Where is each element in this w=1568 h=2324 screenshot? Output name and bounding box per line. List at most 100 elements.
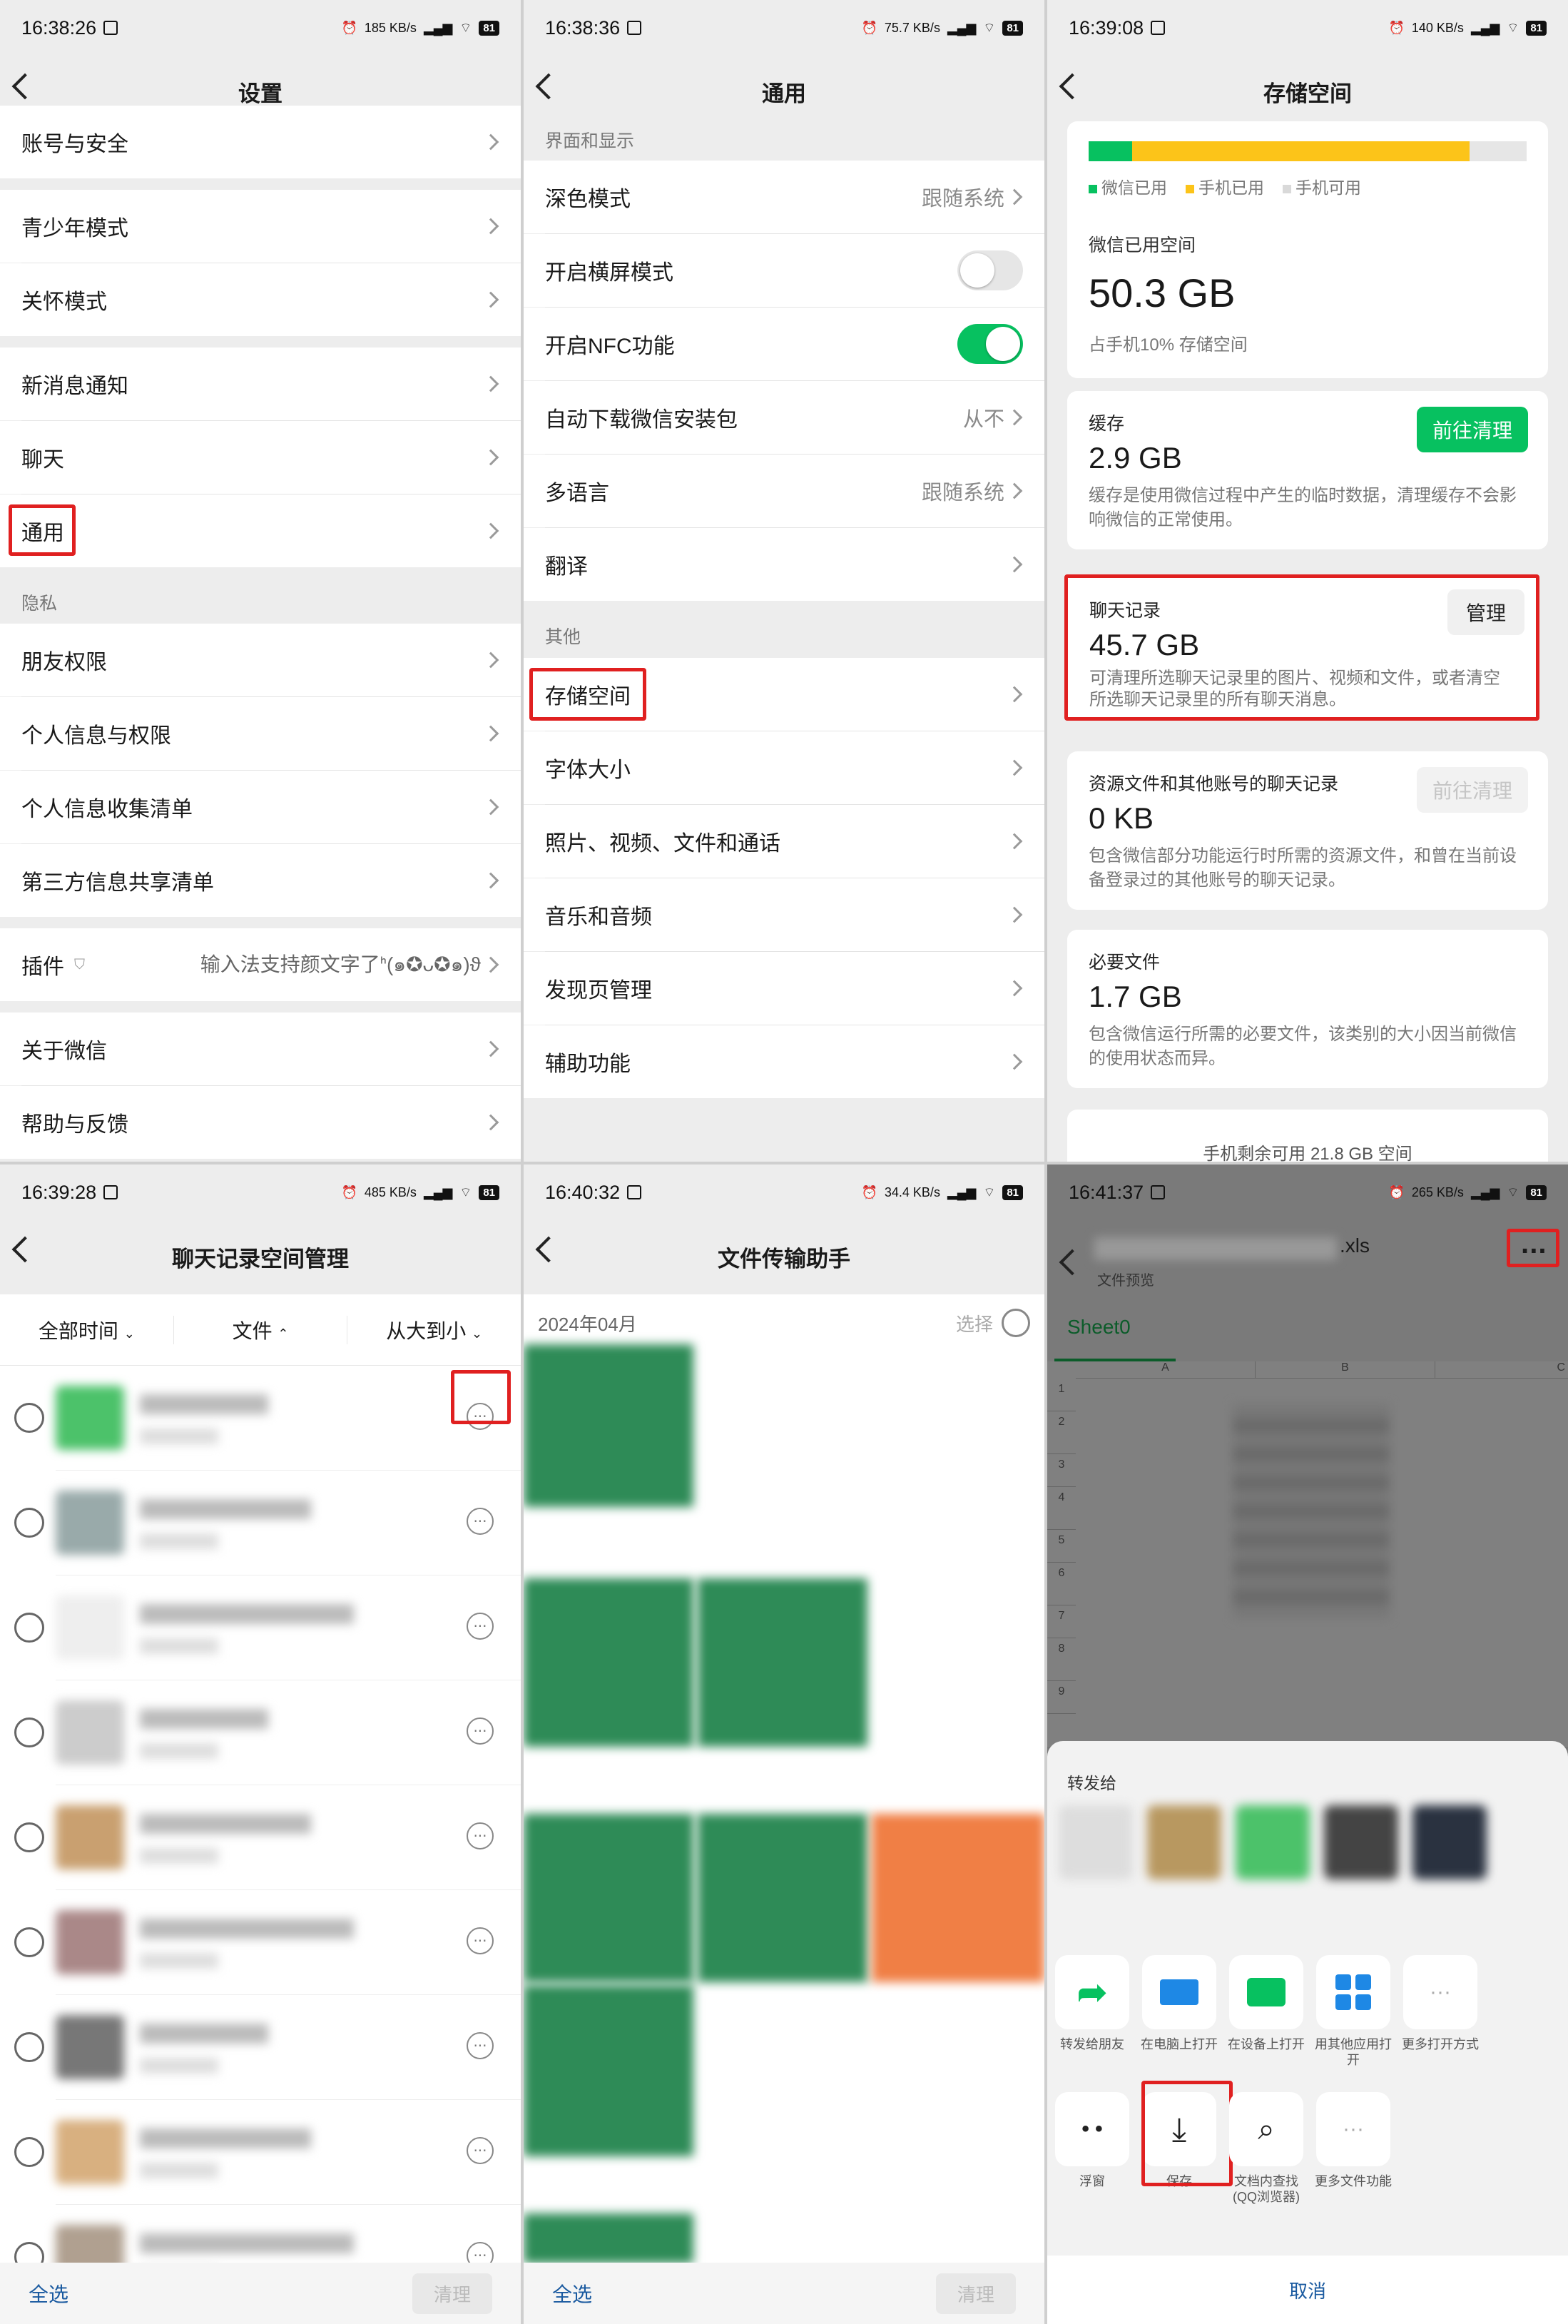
- row-teen-mode[interactable]: 青少年模式: [0, 190, 521, 263]
- back-arrow-icon[interactable]: [11, 1236, 39, 1263]
- list-item[interactable]: ···: [0, 1785, 521, 1890]
- row-accessibility[interactable]: 辅助功能: [524, 1025, 1044, 1098]
- avatar: [56, 1910, 124, 1974]
- open-with-other-app[interactable]: 用其他应用打开: [1314, 1955, 1393, 2068]
- avatar: [56, 2120, 124, 2184]
- find-in-document[interactable]: ⌕ 文档内查找(QQ浏览器): [1227, 2092, 1305, 2205]
- list-item[interactable]: ···: [0, 1366, 521, 1471]
- select-label[interactable]: 选择: [956, 1310, 993, 1336]
- more-options-icon[interactable]: ···: [467, 1717, 494, 1745]
- back-arrow-icon[interactable]: [535, 73, 562, 100]
- clean-cache-button[interactable]: 前往清理: [1416, 407, 1528, 452]
- more-options-icon[interactable]: ···: [467, 2137, 494, 2164]
- back-arrow-icon[interactable]: [1059, 73, 1086, 100]
- row-label: 发现页管理: [545, 979, 652, 1003]
- select-radio[interactable]: [14, 2137, 44, 2167]
- list-item[interactable]: ···: [0, 1995, 521, 2100]
- status-icons: ⏰ 185 KB/s ▂▄▆ ⌔ 81: [341, 20, 499, 36]
- file-thumbnail[interactable]: [698, 1814, 867, 1982]
- row-info-collection[interactable]: 个人信息收集清单: [0, 771, 521, 843]
- contact-avatar[interactable]: [1147, 1805, 1221, 1879]
- more-options-icon[interactable]: ···: [467, 1927, 494, 1954]
- contact-avatar[interactable]: [1324, 1805, 1398, 1879]
- row-auto-download[interactable]: 自动下载微信安装包 从不: [524, 381, 1044, 454]
- back-arrow-icon[interactable]: [11, 73, 39, 100]
- back-arrow-icon[interactable]: [535, 1236, 562, 1263]
- storage-screen: 16:39:08 ⏰ 140 KB/s ▂▄▆ ⌔ 81 存储空间 微信已用 手…: [1047, 0, 1568, 1162]
- select-radio[interactable]: [14, 1822, 44, 1852]
- list-item[interactable]: ···: [0, 1890, 521, 1995]
- row-audio[interactable]: 音乐和音频: [524, 878, 1044, 951]
- select-radio[interactable]: [14, 1403, 44, 1433]
- filter-time[interactable]: 全部时间 ⌄: [0, 1315, 174, 1344]
- row-plugins[interactable]: 插件 ⛉ 输入法支持颜文字了ᑋ(๑✪ᴗ✪๑)ϑ: [0, 928, 521, 1001]
- floating-window[interactable]: • • 浮窗: [1053, 2092, 1131, 2189]
- contact-avatar[interactable]: [1412, 1805, 1487, 1879]
- select-radio[interactable]: [14, 1508, 44, 1538]
- file-thumbnail[interactable]: [524, 2213, 693, 2263]
- select-radio[interactable]: [14, 1927, 44, 1957]
- row-chat[interactable]: 聊天: [0, 421, 521, 494]
- clean-button[interactable]: 清理: [412, 2273, 492, 2314]
- more-options-icon[interactable]: ···: [467, 1613, 494, 1640]
- back-arrow-icon[interactable]: [1059, 1249, 1086, 1276]
- chevron-right-icon: [1006, 906, 1023, 923]
- more-options-icon[interactable]: ···: [467, 1822, 494, 1849]
- sheet-tab[interactable]: Sheet0: [1067, 1316, 1131, 1339]
- row-friend-permissions[interactable]: 朋友权限: [0, 624, 521, 696]
- more-open-methods[interactable]: ··· 更多打开方式: [1401, 1955, 1480, 2052]
- open-on-device[interactable]: 在设备上打开: [1227, 1955, 1305, 2052]
- row-personal-info[interactable]: 个人信息与权限: [0, 697, 521, 770]
- file-thumbnail[interactable]: [698, 1578, 867, 1747]
- battery-icon: 81: [1526, 1184, 1547, 1200]
- file-thumbnail[interactable]: [524, 1814, 693, 1982]
- list-item[interactable]: ···: [0, 1575, 521, 1680]
- select-radio[interactable]: [14, 1613, 44, 1643]
- row-number: 6: [1047, 1563, 1076, 1605]
- select-all-button[interactable]: 全选: [552, 2279, 592, 2308]
- more-file-functions[interactable]: ··· 更多文件功能: [1314, 2092, 1393, 2189]
- row-about[interactable]: 关于微信: [0, 1013, 521, 1085]
- file-thumbnail[interactable]: [524, 1344, 693, 1507]
- filter-sort[interactable]: 从大到小 ⌄: [347, 1316, 521, 1344]
- row-translate[interactable]: 翻译: [524, 528, 1044, 601]
- cancel-button[interactable]: 取消: [1289, 2277, 1326, 2303]
- row-account-security[interactable]: 账号与安全: [0, 106, 521, 178]
- chat-name-blurred: [140, 2233, 354, 2253]
- list-item[interactable]: ···: [0, 2100, 521, 2205]
- more-options-icon[interactable]: ···: [467, 2032, 494, 2059]
- list-item[interactable]: ···: [0, 1471, 521, 1575]
- file-thumbnail[interactable]: [524, 1578, 693, 1747]
- row-care-mode[interactable]: 关怀模式: [0, 263, 521, 336]
- contact-avatar[interactable]: [1236, 1805, 1310, 1879]
- nfc-toggle[interactable]: [957, 324, 1023, 364]
- select-radio[interactable]: [14, 1717, 44, 1747]
- download-icon: [1151, 21, 1166, 35]
- row-font-size[interactable]: 字体大小: [524, 731, 1044, 804]
- more-options-icon[interactable]: ···: [467, 1508, 494, 1535]
- row-notifications[interactable]: 新消息通知: [0, 347, 521, 420]
- row-media[interactable]: 照片、视频、文件和通话: [524, 805, 1044, 878]
- select-all-button[interactable]: 全选: [29, 2279, 68, 2308]
- file-thumbnail[interactable]: [872, 1814, 1044, 1982]
- filter-type[interactable]: 文件 ⌃: [174, 1315, 348, 1344]
- contact-avatar[interactable]: [1059, 1805, 1133, 1879]
- row-help[interactable]: 帮助与反馈: [0, 1086, 521, 1159]
- select-radio[interactable]: [1002, 1309, 1030, 1337]
- open-on-computer[interactable]: 在电脑上打开: [1140, 1955, 1218, 2052]
- file-thumbnail[interactable]: [524, 1985, 693, 2156]
- clean-button[interactable]: 清理: [935, 2273, 1016, 2314]
- row-discover[interactable]: 发现页管理: [524, 952, 1044, 1025]
- list-item[interactable]: ···: [0, 1680, 521, 1785]
- row-dark-mode[interactable]: 深色模式 跟随系统: [524, 161, 1044, 233]
- clean-resources-button[interactable]: 前往清理: [1416, 767, 1528, 813]
- select-radio[interactable]: [14, 2032, 44, 2062]
- row-third-party[interactable]: 第三方信息共享清单: [0, 844, 521, 917]
- row-general[interactable]: 通用: [0, 494, 521, 567]
- manage-button[interactable]: 管理: [1447, 589, 1524, 635]
- row-label: 关怀模式: [21, 290, 107, 314]
- forward-to-friend[interactable]: ➦ 转发给朋友: [1053, 1955, 1131, 2052]
- landscape-toggle[interactable]: [957, 250, 1023, 290]
- row-language[interactable]: 多语言 跟随系统: [524, 455, 1044, 527]
- chat-name-blurred: [140, 2128, 311, 2148]
